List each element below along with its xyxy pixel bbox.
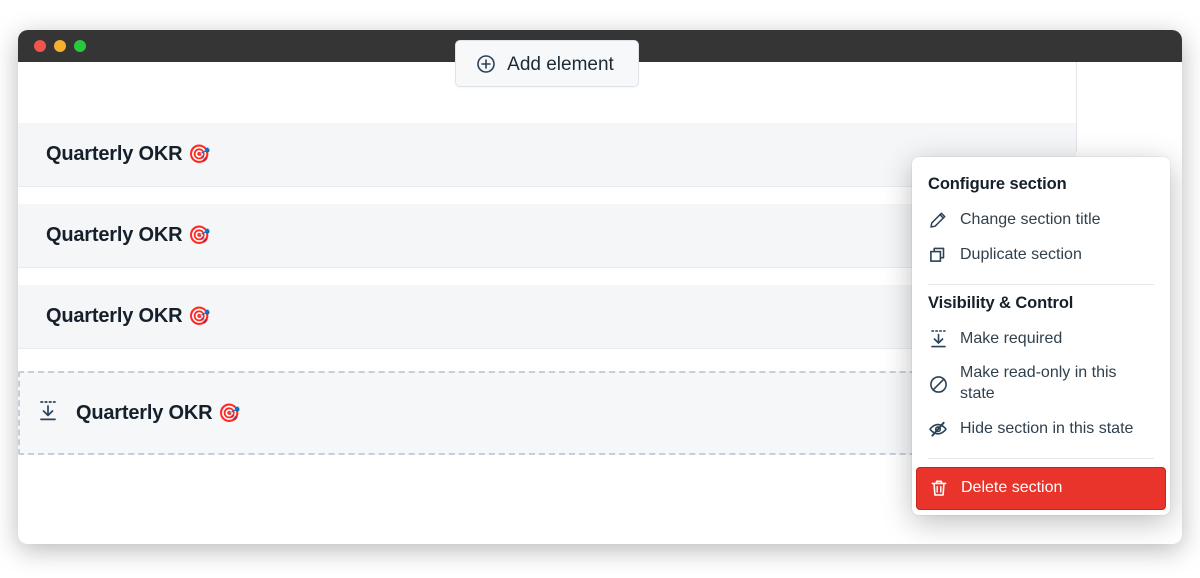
circle-slash-icon (928, 374, 948, 394)
section-title: Quarterly OKR 🎯 (76, 402, 241, 425)
section-title-text: Quarterly OKR (76, 401, 213, 424)
app-window: Add element Quarterly OKR 🎯 Quarterly OK… (18, 30, 1182, 544)
make-required-icon (38, 400, 58, 427)
menu-item-label: Duplicate section (960, 245, 1082, 263)
section-title: Quarterly OKR 🎯 (46, 305, 211, 328)
target-emoji: 🎯 (188, 144, 211, 164)
menu-group-title-visibility: Visibility & Control (928, 293, 1074, 312)
menu-item-label: Change section title (960, 211, 1101, 228)
menu-item-make-read-only[interactable]: Make read-only in this state (912, 356, 1170, 412)
make-required-icon (928, 329, 948, 349)
eye-slash-icon (928, 419, 948, 439)
plus-circle-icon (476, 54, 496, 74)
right-rail-divider (1076, 62, 1077, 152)
add-element-label: Add element (507, 53, 614, 75)
section-title-text: Quarterly OKR (46, 224, 183, 246)
menu-separator (928, 457, 1154, 459)
menu-item-label: Delete section (961, 478, 1063, 496)
section-context-menu: Configure section Change section title D… (912, 157, 1170, 515)
target-emoji: 🎯 (188, 306, 211, 326)
target-emoji: 🎯 (188, 225, 211, 245)
section-title-text: Quarterly OKR (46, 305, 183, 327)
menu-item-make-required[interactable]: Make required (912, 322, 1170, 357)
menu-item-label: Make read-only in this state (960, 364, 1117, 403)
menu-item-hide-section[interactable]: Hide section in this state (912, 412, 1170, 447)
section-title-text: Quarterly OKR (46, 143, 183, 165)
form-builder-canvas: Add element Quarterly OKR 🎯 Quarterly OK… (18, 40, 1182, 544)
menu-item-delete-section[interactable]: Delete section (916, 466, 1166, 510)
trash-icon (929, 478, 949, 498)
menu-item-change-section-title[interactable]: Change section title (912, 203, 1170, 238)
add-element-toolbar: Add element (18, 40, 1076, 87)
section-title: Quarterly OKR 🎯 (46, 224, 211, 247)
add-element-button[interactable]: Add element (455, 40, 639, 87)
menu-separator (928, 283, 1154, 285)
pencil-icon (928, 210, 948, 230)
menu-item-label: Hide section in this state (960, 419, 1134, 437)
menu-item-duplicate-section[interactable]: Duplicate section (912, 238, 1170, 273)
section-title: Quarterly OKR 🎯 (46, 143, 211, 166)
duplicate-icon (928, 245, 948, 265)
target-emoji: 🎯 (218, 402, 241, 423)
menu-item-label: Make required (960, 329, 1063, 347)
menu-group-title-configure: Configure section (928, 175, 1067, 193)
